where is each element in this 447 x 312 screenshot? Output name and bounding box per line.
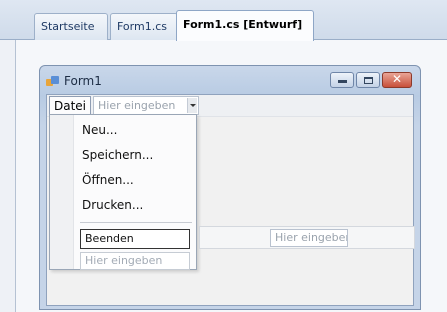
close-button[interactable]: ✕	[382, 72, 412, 88]
menu-type-here[interactable]: Hier eingeben	[80, 252, 190, 270]
minimize-icon	[338, 80, 347, 83]
form-client-area: Datei Hier eingeben Neu... Speichern... …	[46, 94, 415, 306]
tab-form1-designer[interactable]: Form1.cs [Entwurf]	[176, 10, 314, 41]
form-title: Form1	[64, 74, 102, 88]
menu-datei[interactable]: Datei	[49, 96, 92, 115]
menu-item-beenden-editor[interactable]: Beenden	[80, 229, 190, 249]
form-caption: Form1	[46, 71, 102, 91]
tab-startseite[interactable]: Startseite	[34, 13, 108, 40]
minimize-button[interactable]	[330, 72, 354, 88]
maximize-button[interactable]	[356, 72, 380, 88]
menu-item-oeffnen[interactable]: Öffnen...	[82, 173, 134, 187]
menubar-type-here[interactable]: Hier eingeben	[93, 96, 199, 115]
menu-gutter	[50, 115, 74, 269]
document-tab-strip: Startseite Form1.cs Form1.cs [Entwurf]	[0, 0, 447, 41]
maximize-icon	[364, 77, 373, 84]
tab-form1-code[interactable]: Form1.cs	[110, 13, 178, 40]
form-window[interactable]: Form1 ✕ Datei Hier eingeben Neu... Speic…	[39, 65, 421, 310]
menu-item-speichern[interactable]: Speichern...	[82, 148, 153, 162]
menu-item-neu[interactable]: Neu...	[82, 123, 117, 137]
menubar-type-here-label: Hier eingeben	[98, 99, 176, 112]
menu-item-drucken[interactable]: Drucken...	[82, 198, 143, 212]
datei-dropdown-menu: Neu... Speichern... Öffnen... Drucken...…	[49, 114, 197, 270]
close-icon: ✕	[391, 72, 403, 86]
window-buttons: ✕	[330, 72, 412, 88]
designer-surface: Form1 ✕ Datei Hier eingeben Neu... Speic…	[15, 40, 447, 312]
submenu-type-here[interactable]: Hier eingeben	[270, 229, 348, 247]
menu-separator	[80, 222, 192, 223]
form-icon	[46, 75, 59, 87]
chevron-down-icon[interactable]	[187, 98, 197, 113]
